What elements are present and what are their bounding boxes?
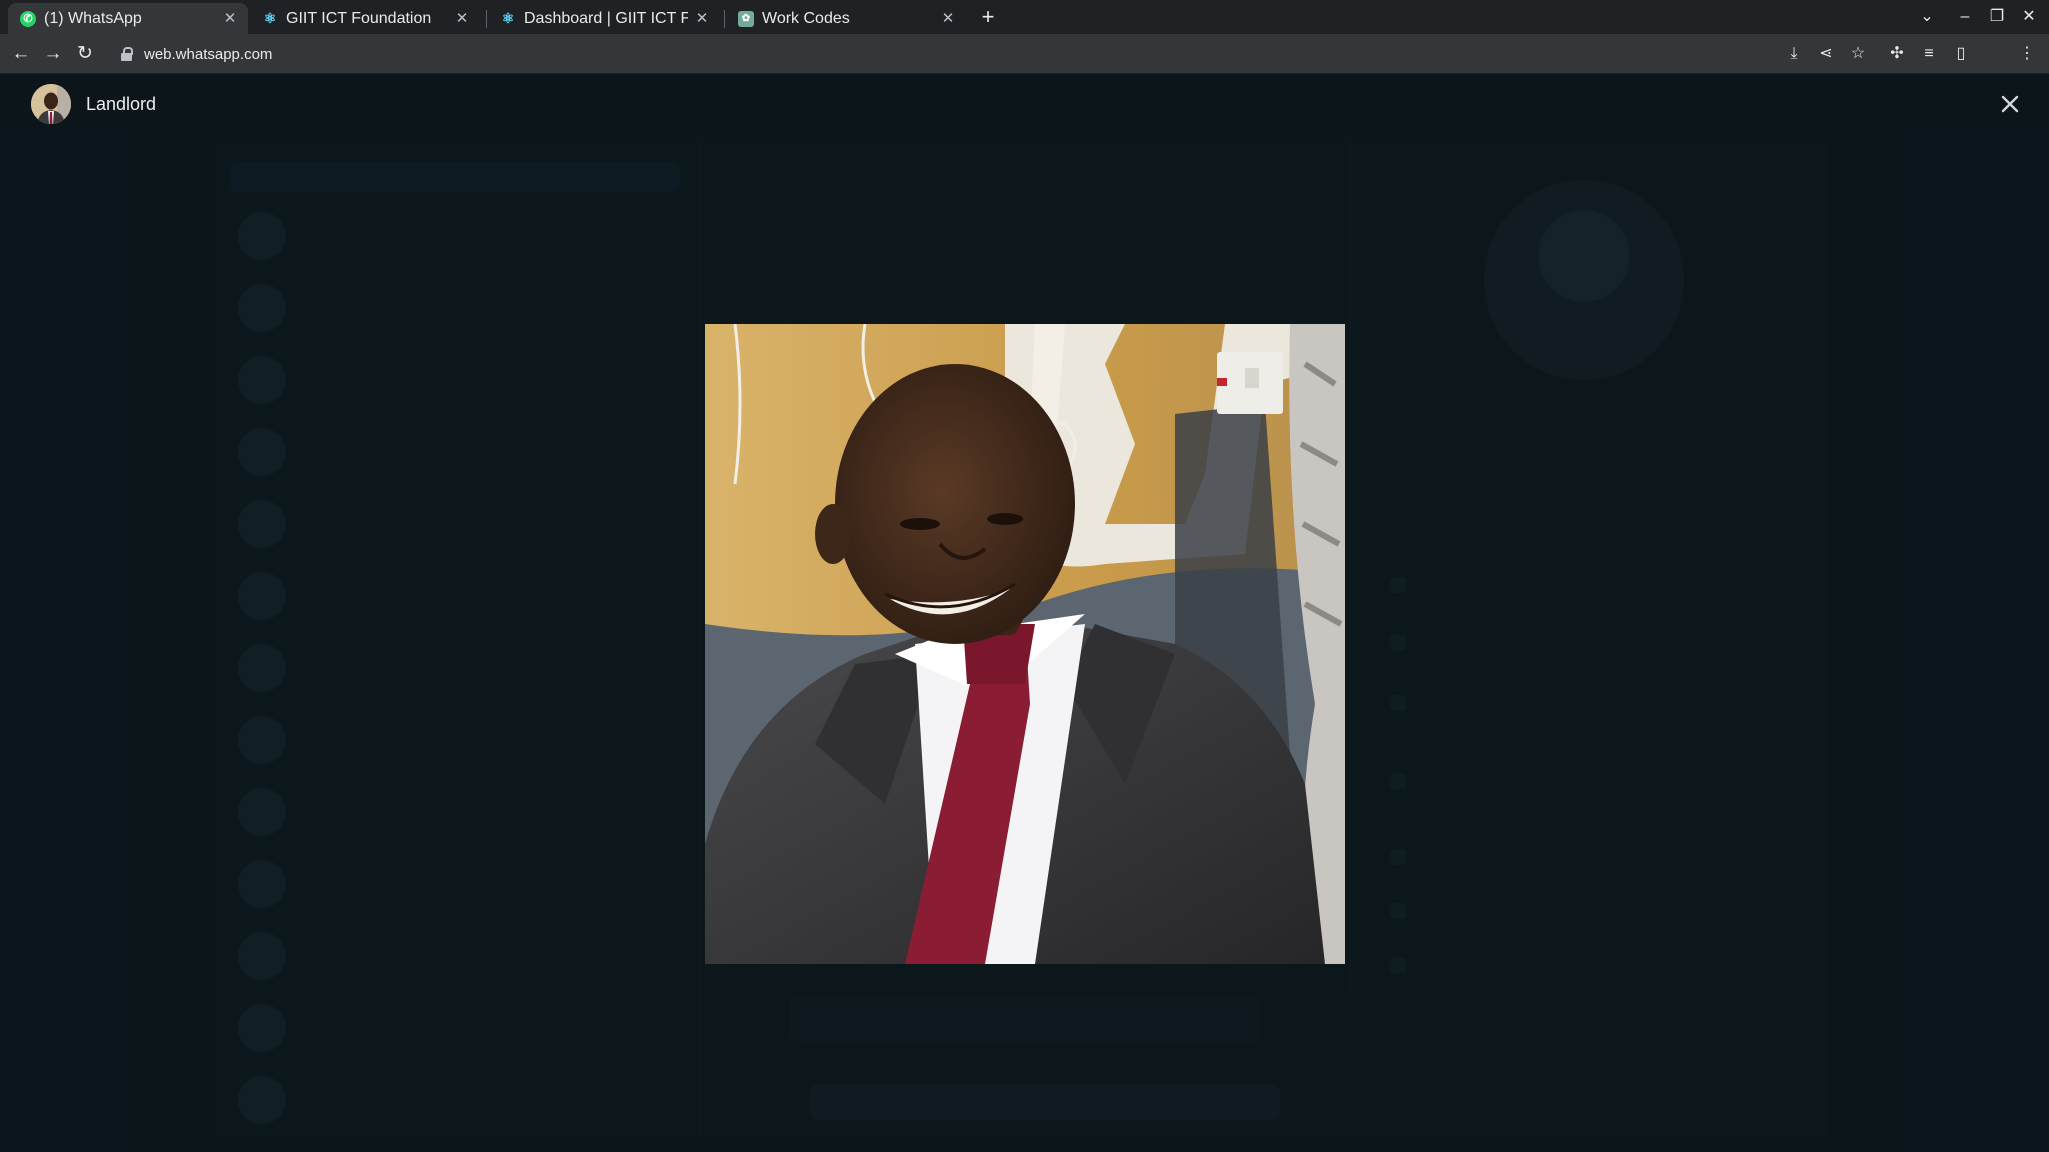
close-tab-icon[interactable]: ✕ xyxy=(454,10,470,27)
close-tab-icon[interactable]: ✕ xyxy=(694,10,710,27)
tab-whatsapp[interactable]: ✆ (1) WhatsApp ✕ xyxy=(8,3,248,34)
close-window-button[interactable]: ✕ xyxy=(2016,5,2042,29)
tab-dashboard-giit[interactable]: ⚛ Dashboard | GIIT ICT Foun ✕ xyxy=(488,3,720,34)
forward-icon[interactable]: → xyxy=(41,42,65,66)
url-text: web.whatsapp.com xyxy=(144,45,273,63)
side-panel-icon[interactable]: ▯ xyxy=(1949,42,1973,66)
media-viewer-header xyxy=(0,74,2049,136)
react-icon: ⚛ xyxy=(501,10,515,26)
browser-toolbar: ← → ↻ web.whatsapp.com ⤓ ⋖ ☆ ✣ ≡ ▯ ⋮ xyxy=(0,34,2049,99)
browser-menu-icon[interactable]: ⋮ xyxy=(2015,42,2039,66)
new-tab-button[interactable]: + xyxy=(976,5,1000,29)
tab-title: Dashboard | GIIT ICT Foun xyxy=(524,9,688,27)
lock-icon xyxy=(120,47,134,61)
bookmark-star-icon[interactable]: ☆ xyxy=(1846,42,1870,66)
install-app-icon[interactable]: ⤓ xyxy=(1782,42,1806,66)
back-icon[interactable]: ← xyxy=(9,42,33,66)
browser-tab-strip: ✆ (1) WhatsApp ✕ ⚛ GIIT ICT Foundation ✕… xyxy=(0,0,2049,34)
tab-work-codes[interactable]: ✿ Work Codes ✕ xyxy=(726,3,966,34)
tab-title: GIIT ICT Foundation xyxy=(286,9,432,27)
restore-button[interactable]: ❐ xyxy=(1984,5,2010,29)
profile-photo xyxy=(705,324,1345,964)
whatsapp-icon: ✆ xyxy=(20,10,36,27)
tab-separator xyxy=(486,10,487,28)
close-tab-icon[interactable]: ✕ xyxy=(222,10,238,27)
contact-name: Landlord xyxy=(86,94,157,114)
chatgpt-icon: ✿ xyxy=(738,10,754,27)
reading-list-icon[interactable]: ≡ xyxy=(1917,42,1941,66)
extensions-icon[interactable]: ✣ xyxy=(1885,42,1909,66)
address-bar[interactable]: web.whatsapp.com xyxy=(110,39,1760,69)
close-tab-icon[interactable]: ✕ xyxy=(940,10,956,27)
minimize-button[interactable]: – xyxy=(1952,5,1978,29)
react-icon: ⚛ xyxy=(263,10,277,26)
tab-title: Work Codes xyxy=(762,9,850,27)
share-icon[interactable]: ⋖ xyxy=(1814,42,1838,66)
contact-avatar[interactable] xyxy=(31,84,71,124)
tab-separator xyxy=(724,10,725,28)
tab-giit-ict-foundation[interactable]: ⚛ GIIT ICT Foundation ✕ xyxy=(250,3,480,34)
tab-title: (1) WhatsApp xyxy=(44,9,142,27)
close-icon[interactable] xyxy=(1996,90,2024,118)
reload-icon[interactable]: ↻ xyxy=(73,42,97,66)
tab-search-icon[interactable]: ⌄ xyxy=(1914,5,1940,29)
